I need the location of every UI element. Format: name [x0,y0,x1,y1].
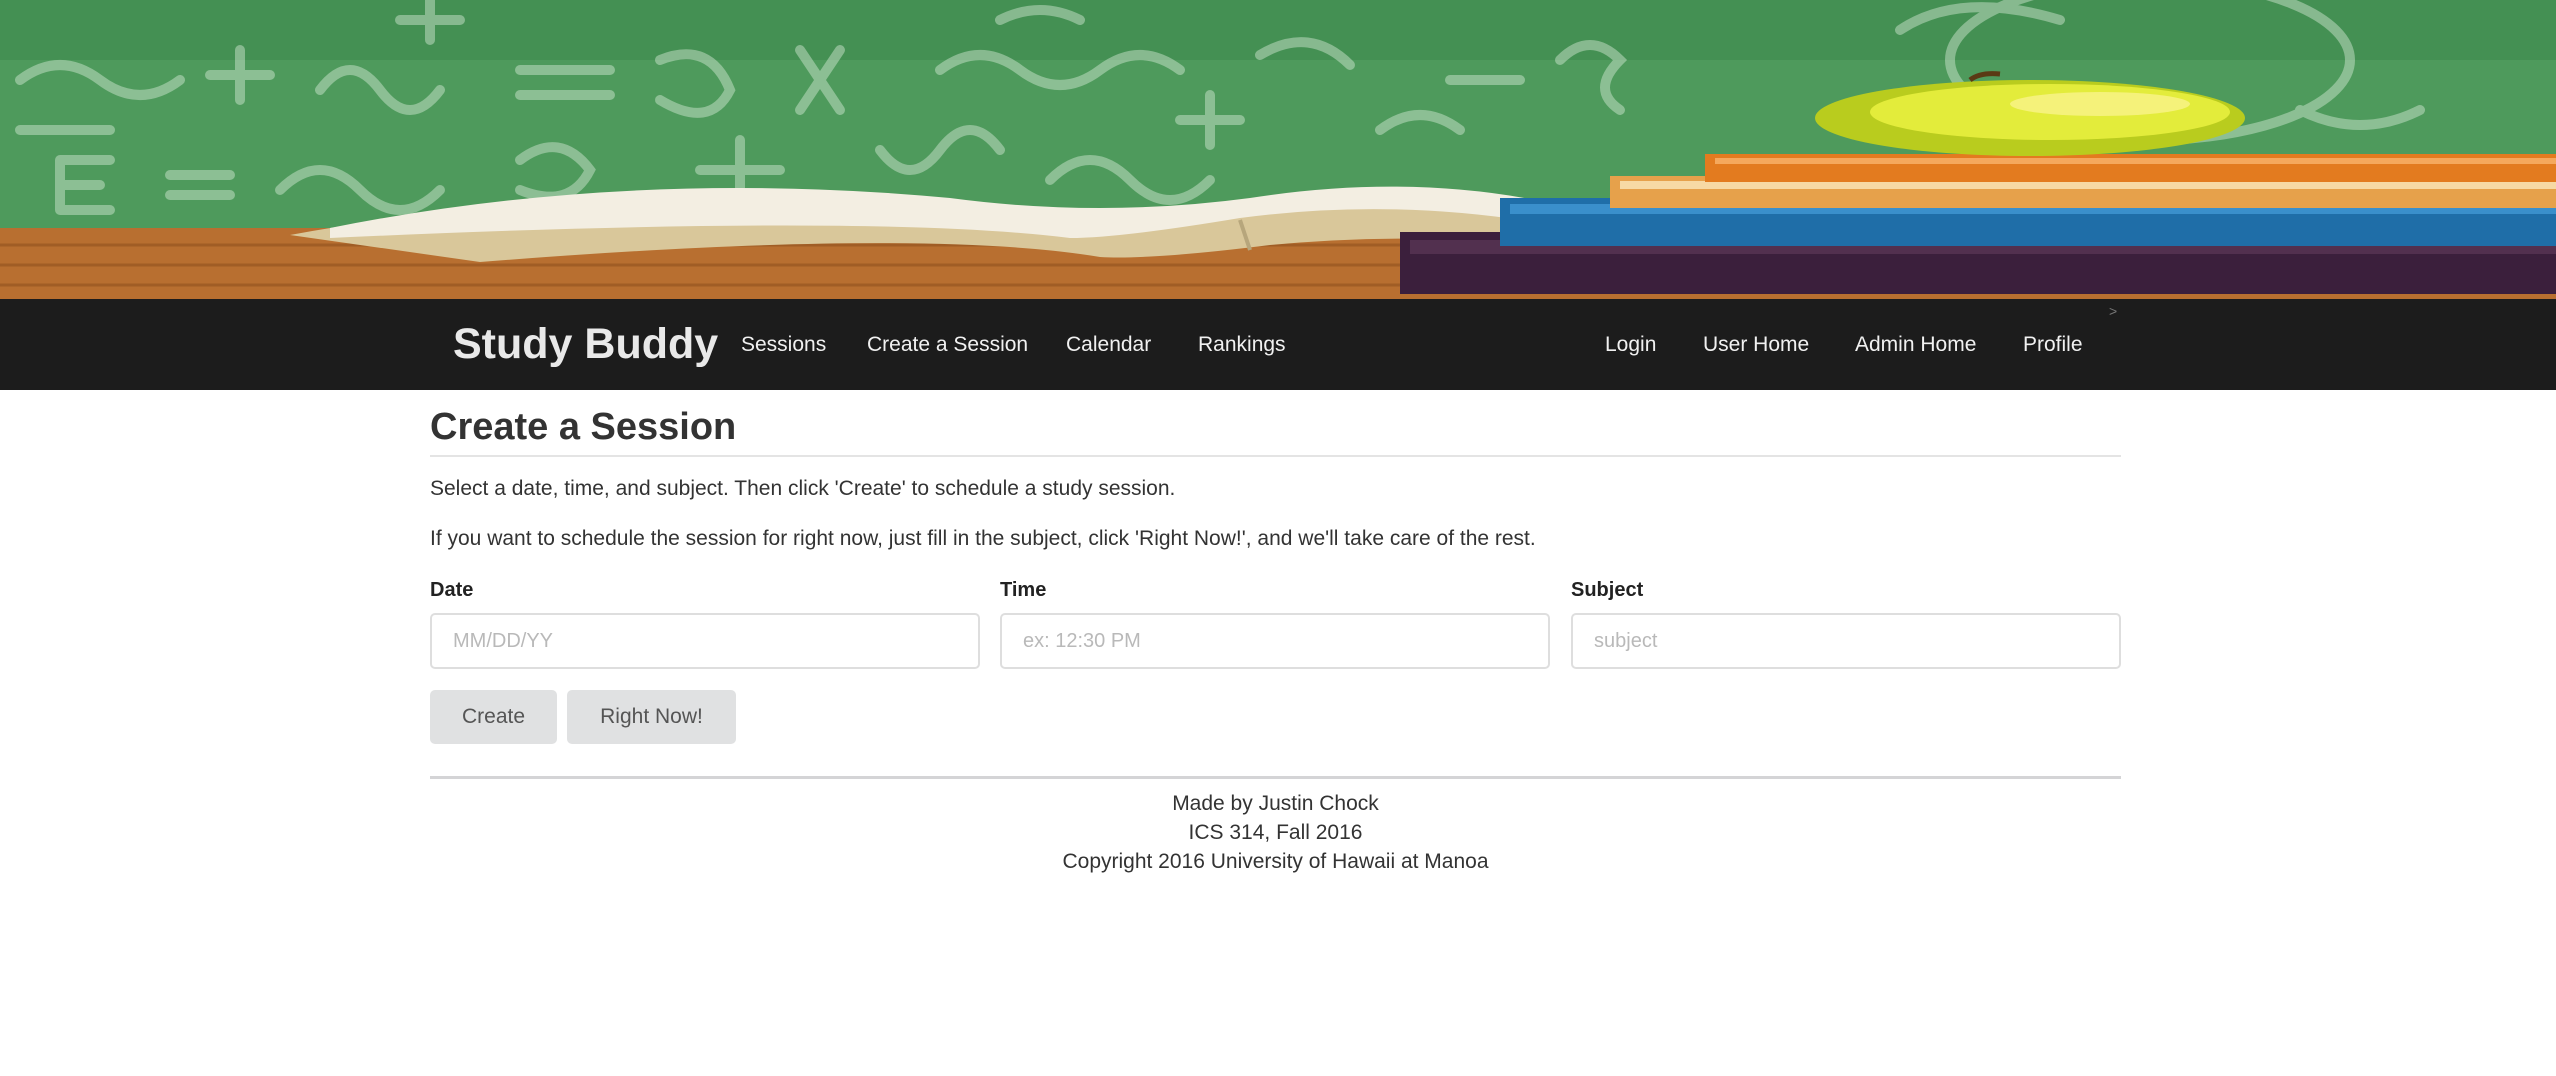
nav-user-home[interactable]: User Home [1703,299,1809,390]
right-now-button[interactable]: Right Now! [567,690,736,744]
time-label: Time [1000,579,1047,601]
subject-label: Subject [1571,579,1644,601]
nav-profile[interactable]: Profile [2023,299,2083,390]
instruction-text-1: Select a date, time, and subject. Then c… [430,477,1176,500]
instruction-text-2: If you want to schedule the session for … [430,527,1536,550]
page-title: Create a Session [430,406,737,448]
brand-logo[interactable]: Study Buddy [453,299,718,390]
create-button[interactable]: Create [430,690,557,744]
date-input[interactable] [430,613,980,669]
footer-course: ICS 314, Fall 2016 [1188,821,1363,844]
dropdown-caret-icon: > [2109,303,2118,319]
hero-banner [0,0,2556,299]
nav-sessions[interactable]: Sessions [741,299,826,390]
nav-admin-home[interactable]: Admin Home [1855,299,1976,390]
footer-author: Made by Justin Chock [1172,792,1379,815]
nav-rankings[interactable]: Rankings [1198,299,1286,390]
footer-divider [430,776,2121,779]
title-divider [430,455,2121,457]
nav-login[interactable]: Login [1605,299,1656,390]
subject-input[interactable] [1571,613,2121,669]
footer-copyright: Copyright 2016 University of Hawaii at M… [1062,850,1489,873]
nav-calendar[interactable]: Calendar [1066,299,1151,390]
classroom-illustration [0,0,2556,299]
date-label: Date [430,579,474,601]
nav-create-session[interactable]: Create a Session [867,299,1028,390]
main-navbar: Study Buddy Sessions Create a Session Ca… [0,299,2556,390]
time-input[interactable] [1000,613,1550,669]
